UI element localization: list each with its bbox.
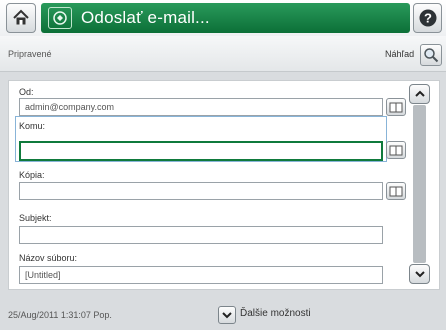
status-text: Pripravené bbox=[8, 49, 52, 59]
address-book-icon bbox=[389, 102, 403, 112]
svg-text:?: ? bbox=[424, 11, 432, 26]
timestamp: 25/Aug/2011 1:31:07 Pop. bbox=[8, 310, 112, 320]
preview-label: Náhľad bbox=[385, 49, 415, 59]
scrollbar-track[interactable] bbox=[413, 105, 426, 263]
subject-field[interactable] bbox=[19, 226, 383, 244]
from-address-book-button[interactable] bbox=[386, 98, 406, 116]
help-icon: ? bbox=[419, 9, 436, 27]
more-options-button[interactable] bbox=[218, 306, 236, 324]
from-field[interactable]: admin@company.com bbox=[19, 98, 383, 116]
help-button[interactable]: ? bbox=[413, 3, 442, 33]
home-icon bbox=[13, 9, 29, 25]
email-icon bbox=[48, 7, 72, 29]
more-options-label[interactable]: Ďalšie možnosti bbox=[240, 308, 311, 319]
chevron-down-icon bbox=[222, 312, 232, 319]
scroll-up-button[interactable] bbox=[409, 84, 430, 104]
cc-address-book-button[interactable] bbox=[386, 182, 406, 200]
address-book-icon bbox=[389, 186, 403, 196]
to-label: Komu: bbox=[19, 121, 46, 131]
to-field[interactable] bbox=[19, 141, 383, 161]
preview-button[interactable] bbox=[420, 44, 442, 66]
chevron-down-icon bbox=[414, 271, 425, 278]
subject-label: Subjekt: bbox=[19, 213, 52, 223]
to-address-book-button[interactable] bbox=[386, 141, 406, 159]
from-label: Od: bbox=[19, 87, 34, 97]
title-bar: Odoslať e-mail... bbox=[41, 3, 410, 33]
filename-label: Názov súboru: bbox=[19, 253, 78, 263]
email-form-panel: Od: admin@company.com Komu: Kópia: Subje… bbox=[8, 80, 440, 290]
bottom-bar: 25/Aug/2011 1:31:07 Pop. Ďalšie možnosti bbox=[0, 298, 446, 330]
magnifier-icon bbox=[424, 48, 439, 63]
cc-label: Kópia: bbox=[19, 170, 45, 180]
header-bar: Odoslať e-mail... ? bbox=[0, 0, 446, 36]
scroll-down-button[interactable] bbox=[409, 264, 430, 284]
home-button[interactable] bbox=[6, 3, 36, 33]
address-book-icon bbox=[389, 145, 403, 155]
chevron-up-icon bbox=[414, 90, 425, 97]
page-title: Odoslať e-mail... bbox=[81, 8, 210, 27]
cc-field[interactable] bbox=[19, 182, 383, 200]
status-row: Pripravené Náhľad bbox=[0, 36, 446, 72]
filename-field[interactable]: [Untitled] bbox=[19, 266, 383, 284]
